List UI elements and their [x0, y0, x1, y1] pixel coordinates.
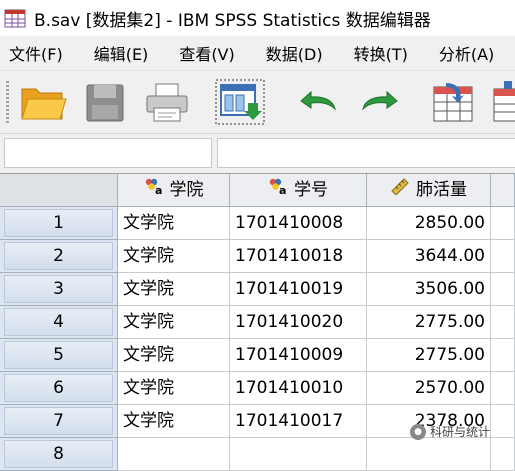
column-header-empty[interactable]	[491, 174, 515, 207]
redo-icon[interactable]	[355, 79, 405, 125]
table-row: 2 文学院 1701410018 3644.00	[0, 240, 515, 273]
print-icon[interactable]	[142, 79, 192, 125]
goto-case-icon[interactable]	[428, 79, 478, 125]
column-label: 学院	[169, 180, 204, 200]
cell-empty[interactable]	[491, 372, 515, 405]
menu-data[interactable]: 数据(D)	[257, 41, 323, 65]
header-row: a 学院 a 学号 肺活量	[0, 174, 515, 207]
data-grid: a 学院 a 学号 肺活量 1 文学院 1701410008 2850.00 2…	[0, 173, 515, 471]
cell-value-field[interactable]	[217, 138, 515, 168]
save-icon[interactable]	[80, 79, 130, 125]
menu-edit[interactable]: 编辑(E)	[85, 41, 149, 65]
cell-empty[interactable]	[491, 240, 515, 273]
cell-student-id[interactable]: 1701410018	[230, 240, 367, 273]
cell-lung-capacity[interactable]: 2775.00	[367, 339, 491, 372]
watermark-text: 科研与统计	[430, 425, 491, 439]
menu-view[interactable]: 查看(V)	[170, 41, 234, 65]
row-number[interactable]: 4	[0, 306, 118, 339]
cell-lung-capacity[interactable]: 2775.00	[367, 306, 491, 339]
column-label: 学号	[294, 180, 328, 200]
cell-student-id[interactable]: 1701410008	[230, 207, 367, 240]
cell-college[interactable]: 文学院	[118, 339, 230, 372]
column-header-lung-capacity[interactable]: 肺活量	[367, 174, 491, 207]
cell-lung-capacity[interactable]: 3644.00	[367, 240, 491, 273]
table-row: 5 文学院 1701410009 2775.00	[0, 339, 515, 372]
cell-editor-bar	[0, 134, 515, 172]
cell-student-id[interactable]: 1701410010	[230, 372, 367, 405]
cell-lung-capacity[interactable]: 2570.00	[367, 372, 491, 405]
menu-transform[interactable]: 转换(T)	[345, 41, 408, 65]
cell-college[interactable]: 文学院	[118, 372, 230, 405]
spss-app-icon	[4, 7, 26, 29]
svg-text:a: a	[155, 184, 162, 195]
nominal-string-icon: a	[144, 174, 164, 206]
cell-empty[interactable]	[491, 339, 515, 372]
cell-reference-field[interactable]	[4, 138, 212, 168]
undo-icon[interactable]	[293, 79, 343, 125]
row-number[interactable]: 3	[0, 273, 118, 306]
svg-text:a: a	[279, 184, 286, 195]
table-row: 6 文学院 1701410010 2570.00	[0, 372, 515, 405]
cell-lung-capacity[interactable]: 2850.00	[367, 207, 491, 240]
grid-corner[interactable]	[0, 174, 118, 207]
cell-college[interactable]: 文学院	[118, 405, 230, 438]
open-folder-icon[interactable]	[18, 79, 68, 125]
row-number[interactable]: 5	[0, 339, 118, 372]
table-row: 4 文学院 1701410020 2775.00	[0, 306, 515, 339]
row-number[interactable]: 1	[0, 207, 118, 240]
cell-college[interactable]: 文学院	[118, 273, 230, 306]
table-row: 3 文学院 1701410019 3506.00	[0, 273, 515, 306]
column-header-student-id[interactable]: a 学号	[230, 174, 367, 207]
wechat-icon: ●	[410, 423, 426, 440]
watermark: ● 科研与统计	[410, 423, 490, 440]
cell-student-id[interactable]: 1701410009	[230, 339, 367, 372]
column-header-college[interactable]: a 学院	[118, 174, 230, 207]
table-row: 1 文学院 1701410008 2850.00	[0, 207, 515, 240]
toolbar-grip[interactable]	[6, 81, 9, 125]
cell-empty[interactable]	[491, 405, 515, 438]
scale-ruler-icon	[390, 174, 410, 206]
column-label: 肺活量	[416, 180, 467, 200]
recall-dialog-icon[interactable]	[215, 79, 265, 125]
row-number[interactable]: 7	[0, 405, 118, 438]
cell-empty[interactable]	[491, 207, 515, 240]
nominal-string-icon: a	[268, 174, 288, 206]
cell-college[interactable]: 文学院	[118, 207, 230, 240]
goto-variable-icon[interactable]	[490, 79, 515, 125]
window-title: B.sav [数据集2] - IBM SPSS Statistics 数据编辑器	[34, 10, 431, 31]
cell-empty[interactable]	[491, 273, 515, 306]
toolbar	[0, 71, 515, 134]
cell-student-id[interactable]: 1701410019	[230, 273, 367, 306]
cell-college[interactable]: 文学院	[118, 240, 230, 273]
row-number[interactable]: 6	[0, 372, 118, 405]
cell-college[interactable]: 文学院	[118, 306, 230, 339]
cell-student-id[interactable]: 1701410020	[230, 306, 367, 339]
row-number[interactable]: 2	[0, 240, 118, 273]
cell-student-id[interactable]: 1701410017	[230, 405, 367, 438]
menu-bar: 文件(F) 编辑(E) 查看(V) 数据(D) 转换(T) 分析(A)	[0, 36, 515, 71]
menu-file[interactable]: 文件(F)	[0, 41, 63, 65]
cell-lung-capacity[interactable]: 3506.00	[367, 273, 491, 306]
menu-analyze[interactable]: 分析(A)	[430, 41, 494, 65]
title-bar: B.sav [数据集2] - IBM SPSS Statistics 数据编辑器	[0, 0, 515, 36]
cell-empty[interactable]	[491, 306, 515, 339]
